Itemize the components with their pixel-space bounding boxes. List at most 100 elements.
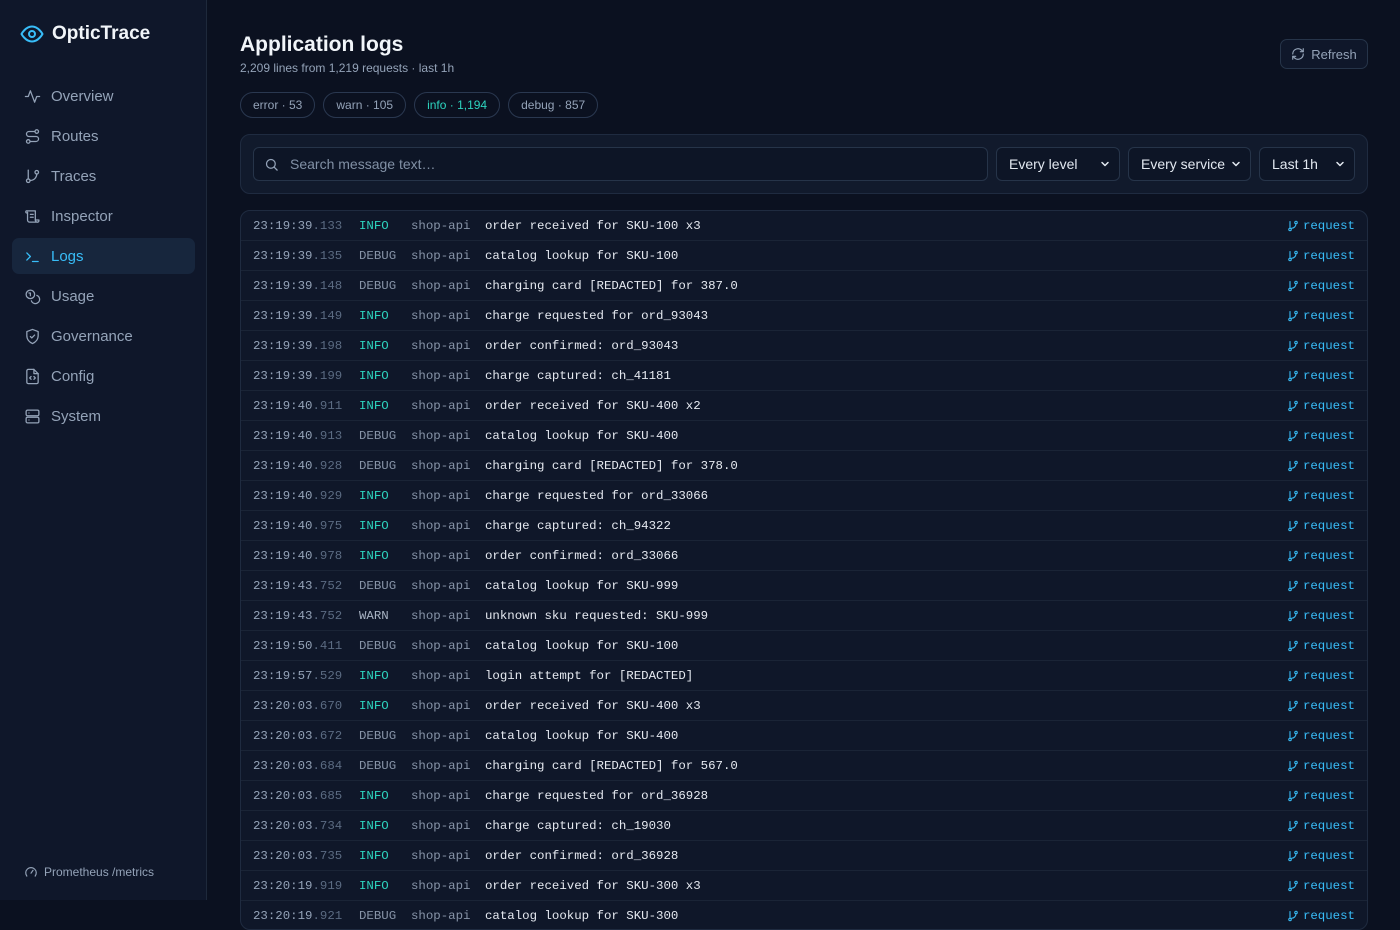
log-row[interactable]: 23:19:39.199 INFO shop-api charge captured:… — [241, 361, 1367, 391]
sidebar-item-label: Governance — [51, 327, 133, 345]
service-select[interactable]: Every service — [1128, 147, 1251, 181]
sidebar-item-system[interactable]: System — [12, 398, 195, 434]
request-link[interactable]: request — [1287, 879, 1355, 893]
coins-icon — [25, 288, 41, 304]
log-level: INFO — [359, 549, 389, 563]
server-icon — [25, 408, 40, 424]
log-service: shop-api — [411, 609, 471, 623]
request-link[interactable]: request — [1287, 699, 1355, 713]
request-link[interactable]: request — [1287, 549, 1355, 563]
log-time: 23:19:39 — [253, 339, 313, 353]
request-link[interactable]: request — [1287, 309, 1355, 323]
log-row[interactable]: 23:19:39.135 DEBUG shop-api catalog lookup … — [241, 241, 1367, 271]
sidebar-item-routes[interactable]: Routes — [12, 118, 195, 154]
request-link[interactable]: request — [1287, 429, 1355, 443]
request-link[interactable]: request — [1287, 759, 1355, 773]
sidebar-item-label: Usage — [51, 287, 95, 305]
request-link[interactable]: request — [1287, 789, 1355, 803]
log-service: shop-api — [411, 369, 471, 383]
log-ms: .919 — [312, 879, 343, 893]
log-level: DEBUG — [359, 279, 397, 293]
request-link[interactable]: request — [1287, 219, 1355, 233]
refresh-button[interactable]: Refresh — [1280, 39, 1368, 69]
log-level: INFO — [359, 699, 389, 713]
log-time: 23:19:57 — [253, 669, 313, 683]
request-link[interactable]: request — [1287, 249, 1355, 263]
request-link-label: request — [1302, 429, 1355, 443]
request-link[interactable]: request — [1287, 579, 1355, 593]
log-row[interactable]: 23:19:40.978 INFO shop-api order confirmed:… — [241, 541, 1367, 571]
log-row[interactable]: 23:19:57.529 INFO shop-api login attempt fo… — [241, 661, 1367, 691]
request-link[interactable]: request — [1287, 639, 1355, 653]
log-row[interactable]: 23:19:50.411 DEBUG shop-api catalog lookup … — [241, 631, 1367, 661]
metrics-link[interactable]: Prometheus /metrics — [24, 865, 154, 879]
log-timestamp: 23:20:19.919 — [253, 879, 342, 893]
sidebar-item-traces[interactable]: Traces — [12, 158, 195, 194]
log-level: DEBUG — [359, 639, 397, 653]
log-row[interactable]: 23:19:39.198 INFO shop-api order confirmed:… — [241, 331, 1367, 361]
request-link[interactable]: request — [1287, 399, 1355, 413]
log-level: DEBUG — [359, 579, 397, 593]
log-row[interactable]: 23:19:39.149 INFO shop-api charge requested… — [241, 301, 1367, 331]
log-row[interactable]: 23:19:40.928 DEBUG shop-api charging card [… — [241, 451, 1367, 481]
log-ms: .135 — [312, 249, 343, 263]
log-time: 23:20:03 — [253, 819, 313, 833]
log-row[interactable]: 23:20:03.734 INFO shop-api charge captured:… — [241, 811, 1367, 841]
log-ms: .529 — [312, 669, 343, 683]
request-link[interactable]: request — [1287, 909, 1355, 923]
git-branch-icon — [1288, 850, 1298, 862]
time-range-select[interactable]: Last 1h — [1259, 147, 1355, 181]
chip-debug[interactable]: debug · 857 — [508, 92, 599, 118]
request-link[interactable]: request — [1287, 369, 1355, 383]
request-link[interactable]: request — [1287, 849, 1355, 863]
log-timestamp: 23:19:39.133 — [253, 219, 342, 233]
log-time: 23:20:19 — [253, 879, 313, 893]
log-ms: .913 — [312, 429, 343, 443]
brand[interactable]: OpticTrace — [20, 22, 150, 46]
log-row[interactable]: 23:20:03.735 INFO shop-api order confirmed:… — [241, 841, 1367, 871]
sidebar-item-overview[interactable]: Overview — [12, 78, 195, 114]
log-row[interactable]: 23:20:19.919 INFO shop-api order received f… — [241, 871, 1367, 901]
log-row[interactable]: 23:20:03.684 DEBUG shop-api charging card [… — [241, 751, 1367, 781]
log-row[interactable]: 23:19:43.752 WARN shop-api unknown sku requ… — [241, 601, 1367, 631]
log-message: charging card [REDACTED] for 387.0 — [485, 279, 738, 293]
log-service: shop-api — [411, 579, 471, 593]
request-link[interactable]: request — [1287, 459, 1355, 473]
log-row[interactable]: 23:19:40.975 INFO shop-api charge captured:… — [241, 511, 1367, 541]
request-link[interactable]: request — [1287, 669, 1355, 683]
chip-info[interactable]: info · 1,194 — [414, 92, 501, 118]
sidebar-item-logs[interactable]: Logs — [12, 238, 195, 274]
sidebar-item-config[interactable]: Config — [12, 358, 195, 394]
request-link[interactable]: request — [1287, 489, 1355, 503]
log-row[interactable]: 23:20:19.921 DEBUG shop-api catalog lookup … — [241, 901, 1367, 929]
chip-warn[interactable]: warn · 105 — [323, 92, 407, 118]
sidebar-item-inspector[interactable]: Inspector — [12, 198, 195, 234]
log-row[interactable]: 23:19:39.148 DEBUG shop-api charging card [… — [241, 271, 1367, 301]
log-row[interactable]: 23:19:43.752 DEBUG shop-api catalog lookup … — [241, 571, 1367, 601]
git-branch-icon — [1288, 760, 1298, 772]
log-time: 23:19:39 — [253, 249, 313, 263]
request-link[interactable]: request — [1287, 279, 1355, 293]
log-message: order confirmed: ord_33066 — [485, 549, 679, 563]
log-row[interactable]: 23:19:39.133 INFO shop-api order received f… — [241, 211, 1367, 241]
request-link[interactable]: request — [1287, 819, 1355, 833]
log-row[interactable]: 23:19:40.911 INFO shop-api order received f… — [241, 391, 1367, 421]
log-row[interactable]: 23:20:03.685 INFO shop-api charge requested… — [241, 781, 1367, 811]
chip-error[interactable]: error · 53 — [240, 92, 316, 118]
log-row[interactable]: 23:19:40.913 DEBUG shop-api catalog lookup … — [241, 421, 1367, 451]
git-branch-icon — [1288, 340, 1298, 352]
sidebar-item-usage[interactable]: Usage — [12, 278, 195, 314]
log-row[interactable]: 23:20:03.672 DEBUG shop-api catalog lookup … — [241, 721, 1367, 751]
request-link[interactable]: request — [1287, 339, 1355, 353]
search-input[interactable] — [288, 155, 972, 173]
request-link[interactable]: request — [1287, 609, 1355, 623]
log-row[interactable]: 23:19:40.929 INFO shop-api charge requested… — [241, 481, 1367, 511]
log-time: 23:19:39 — [253, 279, 313, 293]
log-row[interactable]: 23:20:03.670 INFO shop-api order received f… — [241, 691, 1367, 721]
sidebar-item-governance[interactable]: Governance — [12, 318, 195, 354]
log-service: shop-api — [411, 429, 471, 443]
request-link[interactable]: request — [1287, 519, 1355, 533]
git-branch-icon — [1288, 580, 1298, 592]
level-select[interactable]: Every level — [996, 147, 1120, 181]
request-link[interactable]: request — [1287, 729, 1355, 743]
